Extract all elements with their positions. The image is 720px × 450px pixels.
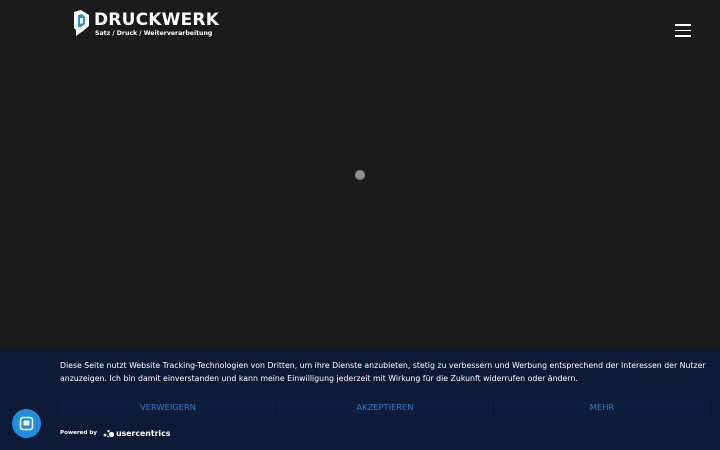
druckwerk-logo[interactable]: DRUCKWERK Satz / Druck / Weiterverarbeit… [72,10,219,38]
brand-tagline: Satz / Druck / Weiterverarbeitung [95,30,213,37]
usercentrics-wordmark: usercentrics [116,428,171,438]
privacy-settings-button[interactable] [12,409,41,438]
logo-text: DRUCKWERK Satz / Druck / Weiterverarbeit… [94,10,219,38]
menu-bar [675,29,691,31]
hamburger-menu-icon[interactable] [675,24,691,37]
menu-bar [675,24,691,26]
druckwerk-logo-icon [74,10,89,36]
powered-by-label: Powered by [60,430,98,436]
cookie-consent-banner: Diese Seite nutzt Website Tracking-Techn… [0,349,720,450]
brand-name: DRUCKWERK [94,10,220,30]
deny-button[interactable]: VERWEIGERN [60,400,276,415]
consent-text: Diese Seite nutzt Website Tracking-Techn… [60,361,706,383]
accept-button[interactable]: AKZEPTIEREN [276,400,493,415]
more-button[interactable]: MEHR [493,400,710,415]
privacy-settings-icon [19,416,34,431]
loading-dot-icon [355,170,365,180]
powered-by[interactable]: Powered by usercentrics [60,428,170,438]
consent-button-row: VERWEIGERN AKZEPTIEREN MEHR [60,400,710,415]
site-header: DRUCKWERK Satz / Druck / Weiterverarbeit… [0,0,720,50]
menu-bar [675,35,691,37]
usercentrics-logo-icon [103,430,115,438]
